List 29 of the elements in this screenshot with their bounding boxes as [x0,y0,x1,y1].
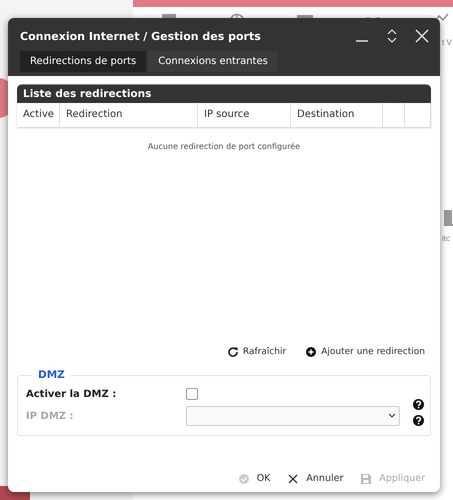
window-title: Connexion Internet / Gestion des ports [20,30,262,42]
plus-circle-icon [306,347,316,357]
field-label: IP DMZ : [26,410,75,422]
help-icon[interactable] [413,399,424,410]
refresh-button[interactable]: Rafraîchir [228,347,286,357]
refresh-icon [228,347,238,357]
switch-icon[interactable] [442,210,453,228]
cancel-button[interactable]: Annuler [288,473,344,484]
minimize-icon [356,40,368,42]
tab[interactable]: Connexions entrantes [148,51,278,72]
field-label: Activer la DMZ : [26,388,118,400]
close-icon [414,28,430,44]
column-header[interactable]: IP source [198,103,291,127]
column-header[interactable]: Active [17,103,60,127]
section-title: DMZ [37,369,66,381]
help-icon[interactable] [413,415,424,426]
menu-label[interactable]: t V [442,38,452,47]
check-circle-icon [238,474,249,484]
checkbox[interactable] [186,388,198,400]
add-button[interactable]: Ajouter une redirection [306,347,425,357]
column-header[interactable]: Redirection [60,103,198,127]
menu-label[interactable]: itc [442,234,450,243]
tab[interactable]: Redirections de ports [20,51,146,72]
close-button[interactable] [414,28,430,44]
empty-message: Aucune redirection de port configurée [148,142,300,151]
column-header[interactable]: Destination [291,103,383,127]
list-title: Liste des redirections [17,84,431,103]
ok-button[interactable]: OK [238,473,270,484]
close-icon [288,474,298,484]
